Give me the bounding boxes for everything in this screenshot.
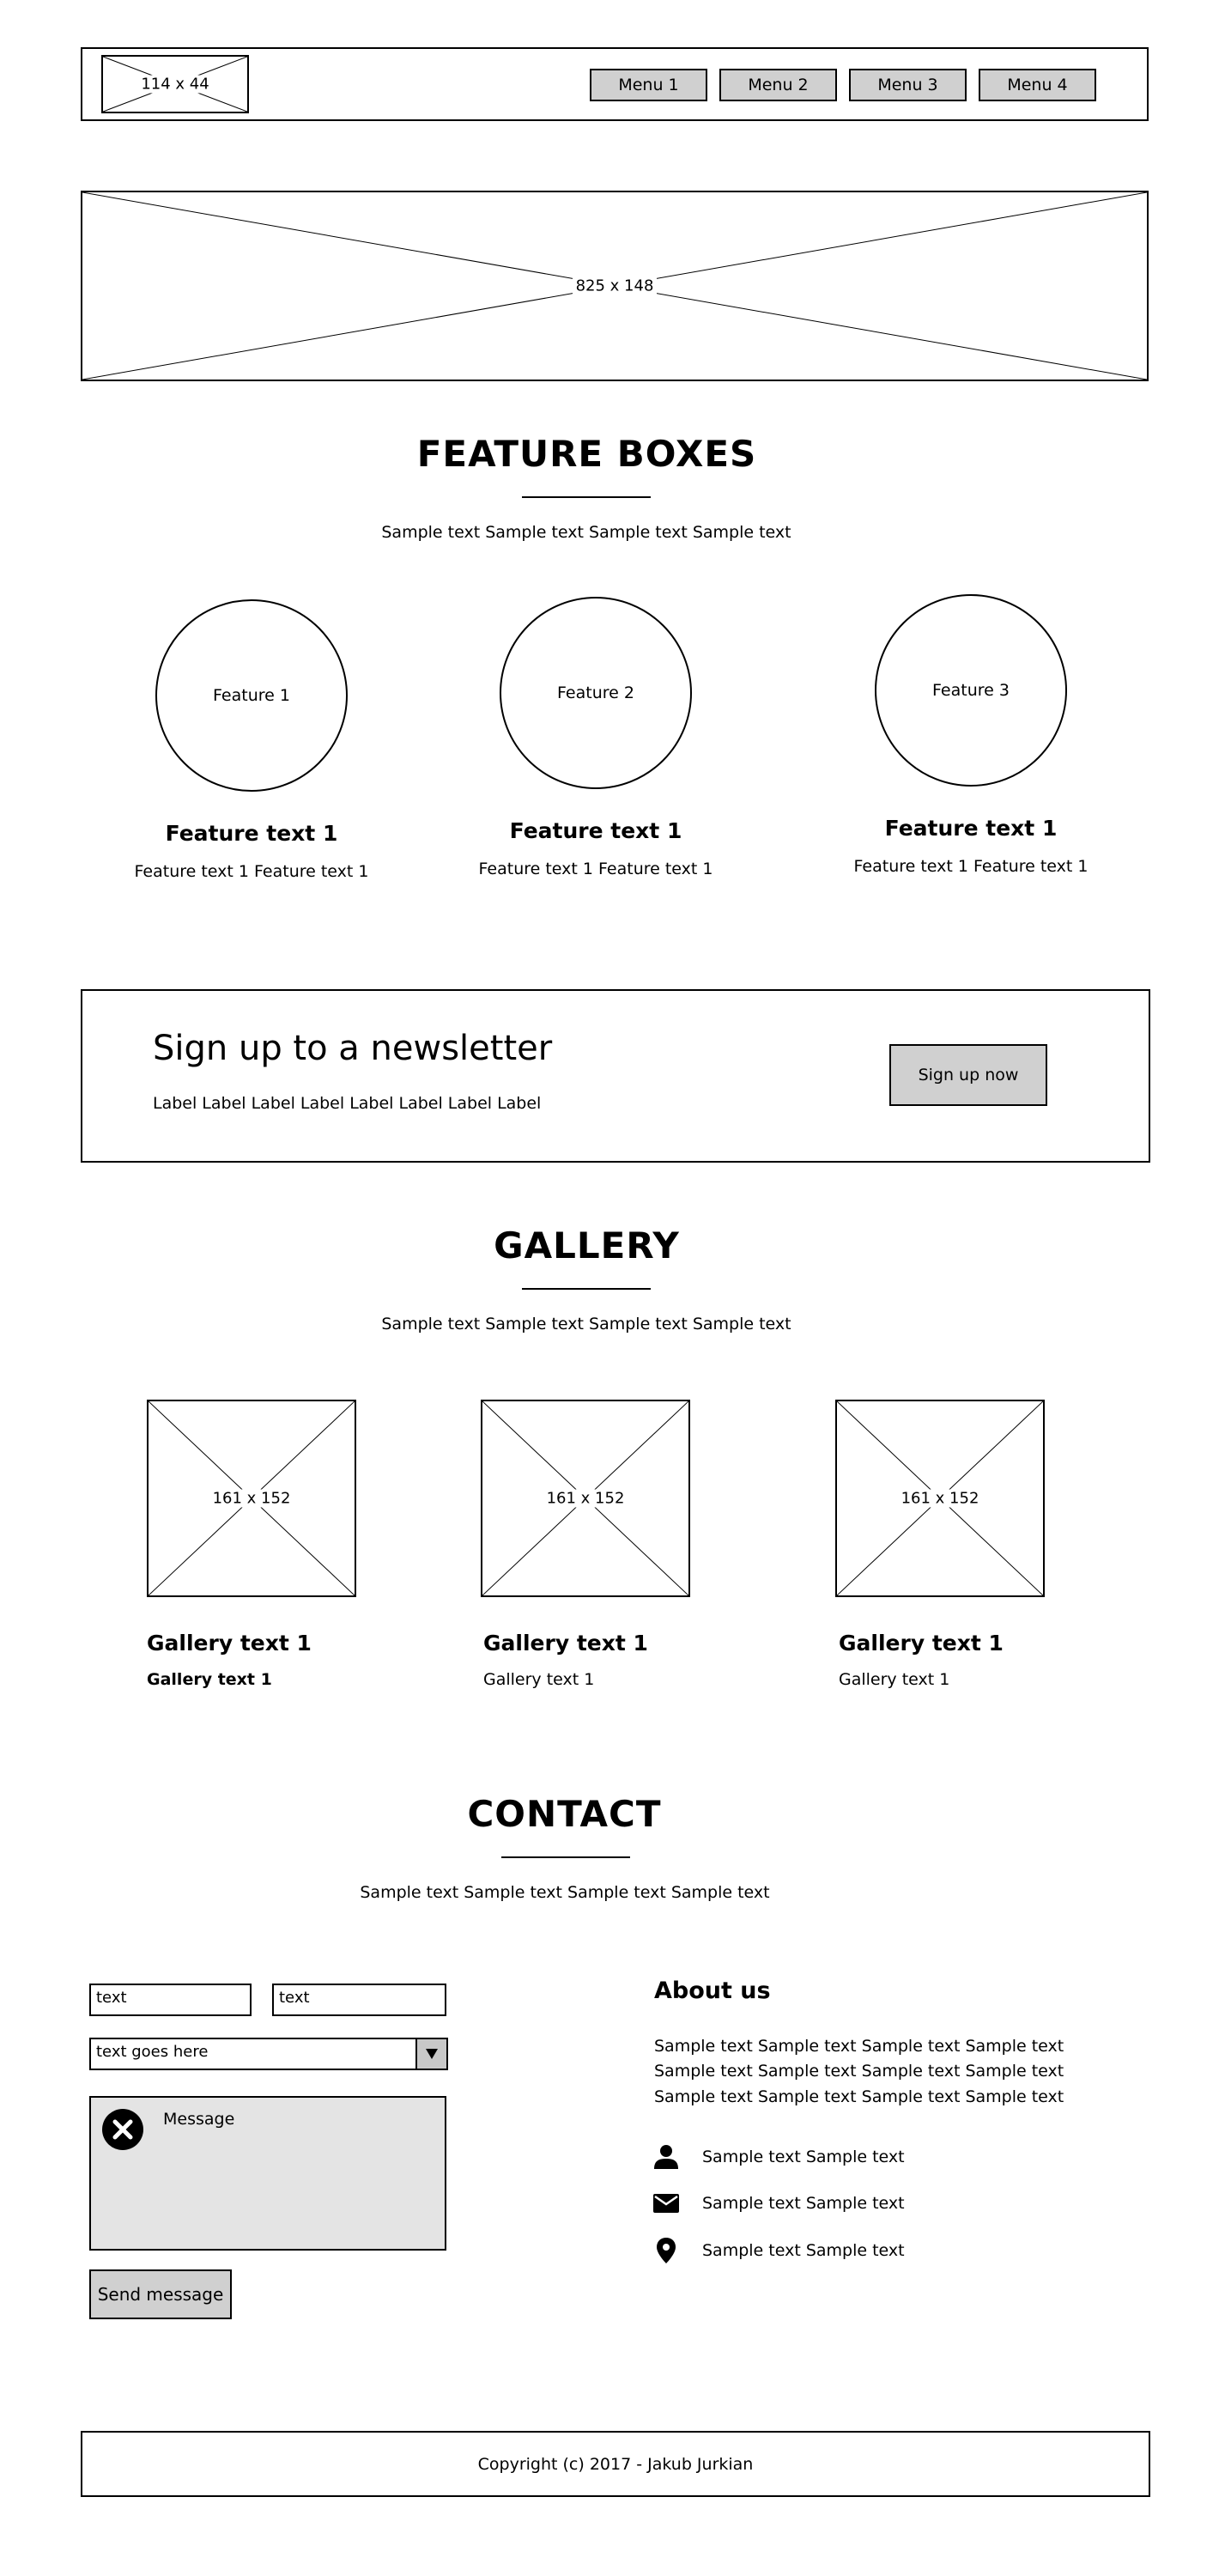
newsletter-title: Sign up to a newsletter [153, 1029, 553, 1068]
contact-mail-text: Sample text Sample text [702, 2194, 905, 2213]
gallery-text-1: Gallery text 1 [147, 1670, 272, 1689]
gallery-title: GALLERY [494, 1224, 680, 1267]
person-icon [654, 2145, 678, 2169]
about-text-line: Sample text Sample text Sample text Samp… [654, 2087, 1064, 2106]
feature-circle-label: Feature 1 [213, 686, 290, 705]
feature-circle-label: Feature 3 [932, 681, 1010, 700]
message-placeholder: Message [163, 2110, 235, 2129]
gallery-image-label: 161 x 152 [837, 1489, 1043, 1508]
feature-circle-3: Feature 3 [875, 594, 1067, 787]
contact-person: Sample text Sample text [652, 2143, 905, 2171]
feature-text-1: Feature text 1 Feature text 1 [134, 862, 369, 881]
gallery-title-2: Gallery text 1 [483, 1631, 648, 1656]
gallery-text-2: Gallery text 1 [483, 1670, 595, 1689]
gallery-text-3: Gallery text 1 [839, 1670, 950, 1689]
feature-circle-2: Feature 2 [500, 597, 692, 789]
hero-image-placeholder: 825 x 148 [81, 191, 1149, 381]
newsletter-label: Label Label Label Label Label Label Labe… [153, 1094, 542, 1113]
signup-button[interactable]: Sign up now [889, 1044, 1047, 1106]
contact-title: CONTACT [467, 1793, 662, 1835]
feature-circle-label: Feature 2 [557, 683, 634, 702]
close-icon[interactable] [101, 2108, 144, 2151]
logo-placeholder[interactable]: 114 x 44 [101, 55, 249, 113]
gallery-image-1[interactable]: 161 x 152 [147, 1400, 356, 1597]
subject-select[interactable]: text goes here [89, 2038, 448, 2070]
gallery-subtitle: Sample text Sample text Sample text Samp… [381, 1315, 791, 1334]
gallery-image-label: 161 x 152 [149, 1489, 355, 1508]
gallery-title-underline [522, 1288, 651, 1290]
gallery-image-2[interactable]: 161 x 152 [481, 1400, 690, 1597]
gallery-image-label: 161 x 152 [482, 1489, 688, 1508]
name-field[interactable]: text [89, 1984, 252, 2016]
about-text-line: Sample text Sample text Sample text Samp… [654, 2037, 1064, 2056]
email-field[interactable]: text [272, 1984, 446, 2016]
menu-item-4[interactable]: Menu 4 [979, 69, 1096, 101]
mail-icon [653, 2194, 679, 2213]
menu-item-1[interactable]: Menu 1 [590, 69, 707, 101]
contact-location-text: Sample text Sample text [702, 2241, 905, 2260]
features-title-underline [522, 496, 651, 498]
hero-label: 825 x 148 [82, 276, 1147, 295]
gallery-title-3: Gallery text 1 [839, 1631, 1004, 1656]
menu-item-2[interactable]: Menu 2 [719, 69, 837, 101]
feature-circle-1: Feature 1 [155, 599, 348, 792]
feature-title-2: Feature text 1 [509, 818, 682, 843]
contact-subtitle: Sample text Sample text Sample text Samp… [360, 1883, 770, 1902]
features-subtitle: Sample text Sample text Sample text Samp… [381, 523, 791, 542]
chevron-down-icon[interactable] [415, 2038, 448, 2070]
about-title: About us [654, 1978, 771, 2004]
gallery-title-1: Gallery text 1 [147, 1631, 312, 1656]
feature-text-3: Feature text 1 Feature text 1 [853, 857, 1089, 876]
gallery-image-3[interactable]: 161 x 152 [835, 1400, 1045, 1597]
features-title: FEATURE BOXES [416, 433, 757, 475]
contact-person-text: Sample text Sample text [702, 2148, 905, 2166]
about-text-line: Sample text Sample text Sample text Samp… [654, 2062, 1064, 2081]
copyright-text: Copyright (c) 2017 - Jakub Jurkian [477, 2454, 754, 2474]
feature-text-2: Feature text 1 Feature text 1 [478, 860, 713, 878]
site-footer: Copyright (c) 2017 - Jakub Jurkian [81, 2431, 1150, 2497]
send-message-button[interactable]: Send message [89, 2269, 232, 2319]
contact-title-underline [501, 1856, 630, 1858]
contact-mail: Sample text Sample text [652, 2190, 905, 2217]
logo-label: 114 x 44 [103, 75, 247, 94]
menu-item-3[interactable]: Menu 3 [849, 69, 967, 101]
select-value: text goes here [96, 2043, 209, 2061]
feature-title-3: Feature text 1 [884, 816, 1058, 841]
contact-location: Sample text Sample text [652, 2237, 905, 2264]
location-pin-icon [657, 2238, 676, 2263]
feature-title-1: Feature text 1 [165, 821, 338, 846]
